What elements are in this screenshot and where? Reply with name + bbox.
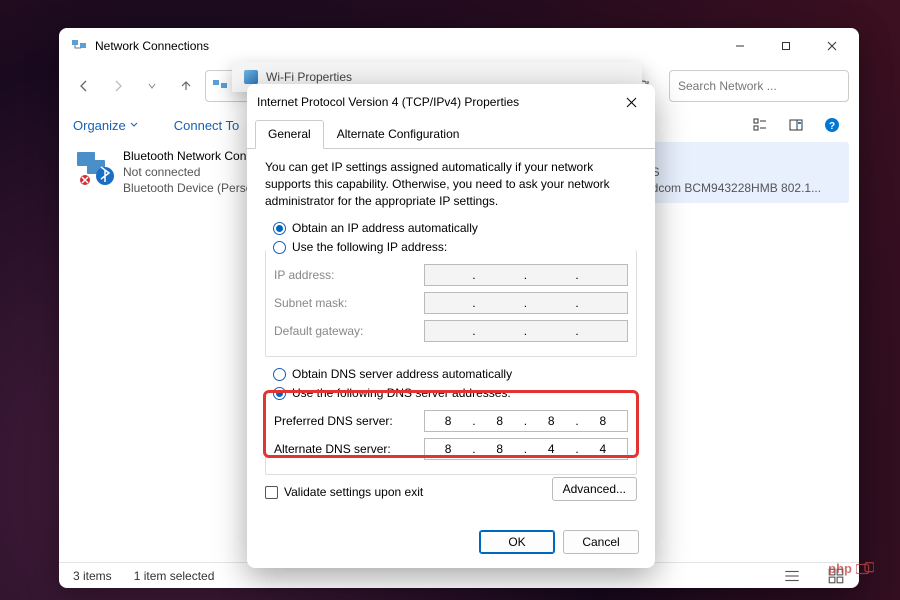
radio-icon — [273, 241, 286, 254]
label-preferred-dns: Preferred DNS server: — [274, 414, 424, 428]
up-button[interactable] — [171, 71, 201, 101]
checkbox-icon — [265, 486, 278, 499]
dialog-body: You can get IP settings assigned automat… — [247, 149, 655, 520]
view-options-button[interactable] — [747, 112, 773, 138]
ip-address-input: . . . — [424, 264, 628, 286]
titlebar: Network Connections — [59, 28, 859, 64]
details-view-icon[interactable] — [783, 567, 801, 585]
label-subnet-mask: Subnet mask: — [274, 296, 424, 310]
organize-menu[interactable]: Organize — [73, 118, 138, 133]
status-selected-count: 1 item selected — [134, 569, 215, 583]
cancel-button[interactable]: Cancel — [563, 530, 639, 554]
ok-button[interactable]: OK — [479, 530, 555, 554]
connect-to-menu[interactable]: Connect To — [174, 118, 240, 133]
dns-group: Preferred DNS server: 8.8.8.8 Alternate … — [265, 396, 637, 475]
connection-adapter: adcom BCM943228HMB 802.1... — [645, 180, 821, 196]
forward-button[interactable] — [103, 71, 133, 101]
ip-group: IP address: . . . Subnet mask: . . . Def… — [265, 250, 637, 357]
dialog-close-button[interactable] — [617, 88, 645, 116]
help-button[interactable]: ? — [819, 112, 845, 138]
connection-device: Bluetooth Device (Perso — [123, 180, 253, 196]
bluetooth-icon — [75, 148, 115, 188]
wifi-properties-title: Wi-Fi Properties — [266, 70, 352, 84]
label-default-gateway: Default gateway: — [274, 324, 424, 338]
radio-icon — [273, 368, 286, 381]
close-button[interactable] — [809, 30, 855, 62]
ipv4-properties-dialog: Internet Protocol Version 4 (TCP/IPv4) P… — [247, 84, 655, 568]
recent-dropdown[interactable] — [137, 71, 167, 101]
watermark: php — [828, 561, 874, 576]
preferred-dns-input[interactable]: 8.8.8.8 — [424, 410, 628, 432]
label-alternate-dns: Alternate DNS server: — [274, 442, 424, 456]
alternate-dns-input[interactable]: 8.8.4.4 — [424, 438, 628, 460]
dialog-tabs: General Alternate Configuration — [247, 120, 655, 149]
label-ip-address: IP address: — [274, 268, 424, 282]
subnet-mask-input: . . . — [424, 292, 628, 314]
search-input[interactable]: Search Network ... — [669, 70, 849, 102]
tab-general[interactable]: General — [255, 120, 324, 149]
svg-text:?: ? — [829, 121, 835, 132]
advanced-button[interactable]: Advanced... — [552, 477, 637, 501]
description-text: You can get IP settings assigned automat… — [265, 159, 637, 209]
search-placeholder: Search Network ... — [678, 79, 777, 93]
default-gateway-input: . . . — [424, 320, 628, 342]
radio-icon — [273, 222, 286, 235]
window-title: Network Connections — [95, 39, 717, 53]
app-icon — [71, 38, 87, 54]
back-button[interactable] — [69, 71, 99, 101]
minimize-button[interactable] — [717, 30, 763, 62]
connection-wifi[interactable]: Fi /IS adcom BCM943228HMB 802.1... — [639, 142, 849, 203]
tab-alternate-configuration[interactable]: Alternate Configuration — [324, 120, 473, 149]
preview-pane-button[interactable] — [783, 112, 809, 138]
radio-obtain-ip-auto[interactable]: Obtain an IP address automatically — [273, 221, 637, 235]
dialog-button-row: OK Cancel — [247, 520, 655, 568]
connection-status: Not connected — [123, 164, 253, 180]
dialog-title: Internet Protocol Version 4 (TCP/IPv4) P… — [257, 95, 617, 109]
address-icon — [212, 78, 228, 94]
connection-name: Fi — [645, 148, 821, 164]
radio-obtain-dns-auto[interactable]: Obtain DNS server address automatically — [273, 367, 637, 381]
dialog-titlebar: Internet Protocol Version 4 (TCP/IPv4) P… — [247, 84, 655, 120]
maximize-button[interactable] — [763, 30, 809, 62]
status-item-count: 3 items — [73, 569, 112, 583]
connection-name: Bluetooth Network Conn — [123, 148, 253, 164]
connection-ssid: /IS — [645, 164, 821, 180]
